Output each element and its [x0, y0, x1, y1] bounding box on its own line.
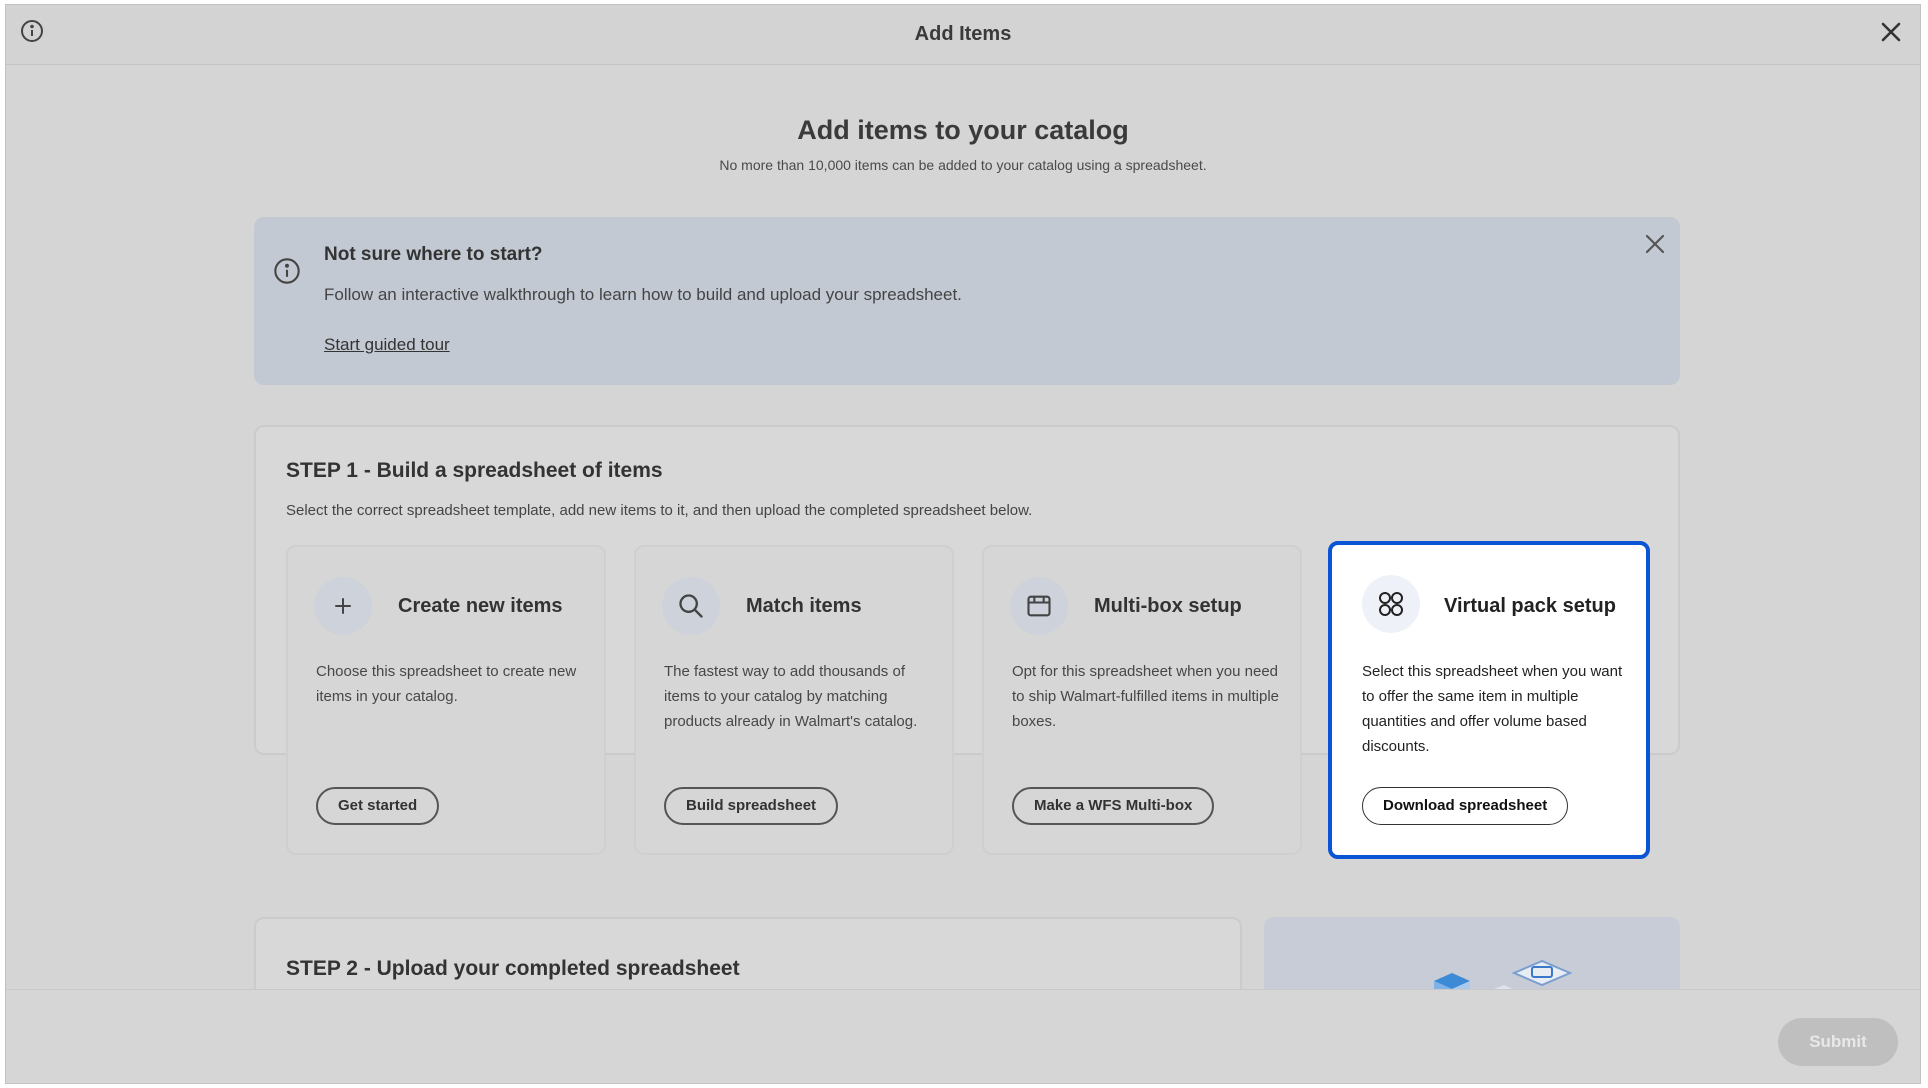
guided-tour-banner: Not sure where to start? Follow an inter… [254, 217, 1680, 385]
modal-footer: Submit [6, 989, 1920, 1083]
close-icon[interactable] [1644, 233, 1666, 255]
card-description: Select this spreadsheet when you want to… [1362, 663, 1623, 755]
card-description: Choose this spreadsheet to create new it… [316, 663, 577, 705]
card-title: Create new items [398, 595, 563, 617]
make-wfs-multi-box-button[interactable]: Make a WFS Multi-box [1012, 787, 1215, 825]
page-title: Add items to your catalog [797, 115, 1129, 145]
submit-button[interactable]: Submit [1778, 1018, 1898, 1066]
banner-title: Not sure where to start? [324, 244, 543, 265]
step2-heading: STEP 2 - Upload your completed spreadshe… [286, 957, 740, 980]
add-items-modal: Add Items Add items to your catalog No m… [5, 4, 1921, 1084]
start-guided-tour-link[interactable]: Start guided tour [324, 335, 450, 355]
search-icon [662, 577, 720, 635]
modal-title: Add Items [914, 23, 1012, 45]
multi-box-setup-card[interactable]: Multi-box setup Opt for this spreadsheet… [982, 545, 1302, 855]
download-spreadsheet-button[interactable]: Download spreadsheet [1362, 787, 1569, 825]
info-icon [273, 257, 301, 285]
get-started-button[interactable]: Get started [316, 787, 440, 825]
step1-section: STEP 1 - Build a spreadsheet of items Se… [254, 425, 1680, 859]
step1-heading: STEP 1 - Build a spreadsheet of items [286, 459, 663, 482]
card-title: Multi-box setup [1094, 595, 1242, 617]
virtual-pack-icon [1362, 575, 1420, 633]
banner-text: Follow an interactive walkthrough to lea… [324, 285, 962, 304]
card-title: Virtual pack setup [1444, 595, 1616, 617]
modal-content[interactable]: Add items to your catalog No more than 1… [6, 65, 1920, 989]
close-icon[interactable] [1880, 21, 1902, 43]
build-spreadsheet-button[interactable]: Build spreadsheet [664, 787, 839, 825]
step2-section: STEP 2 - Upload your completed spreadshe… [254, 917, 1242, 989]
virtual-pack-setup-card[interactable]: Virtual pack setup Select this spreadshe… [1328, 541, 1650, 859]
card-description: The fastest way to add thousands of item… [664, 663, 918, 730]
plus-icon [314, 577, 372, 635]
match-items-card[interactable]: Match items The fastest way to add thous… [634, 545, 954, 855]
page-subtitle: No more than 10,000 items can be added t… [719, 157, 1207, 173]
box-icon [1010, 577, 1068, 635]
card-description: Opt for this spreadsheet when you need t… [1012, 663, 1280, 730]
upload-illustration [1264, 917, 1680, 989]
create-new-items-card[interactable]: Create new items Choose this spreadsheet… [286, 545, 606, 855]
step1-description: Select the correct spreadsheet template,… [286, 502, 1033, 519]
modal-titlebar: Add Items [6, 5, 1920, 65]
card-title: Match items [746, 595, 862, 617]
